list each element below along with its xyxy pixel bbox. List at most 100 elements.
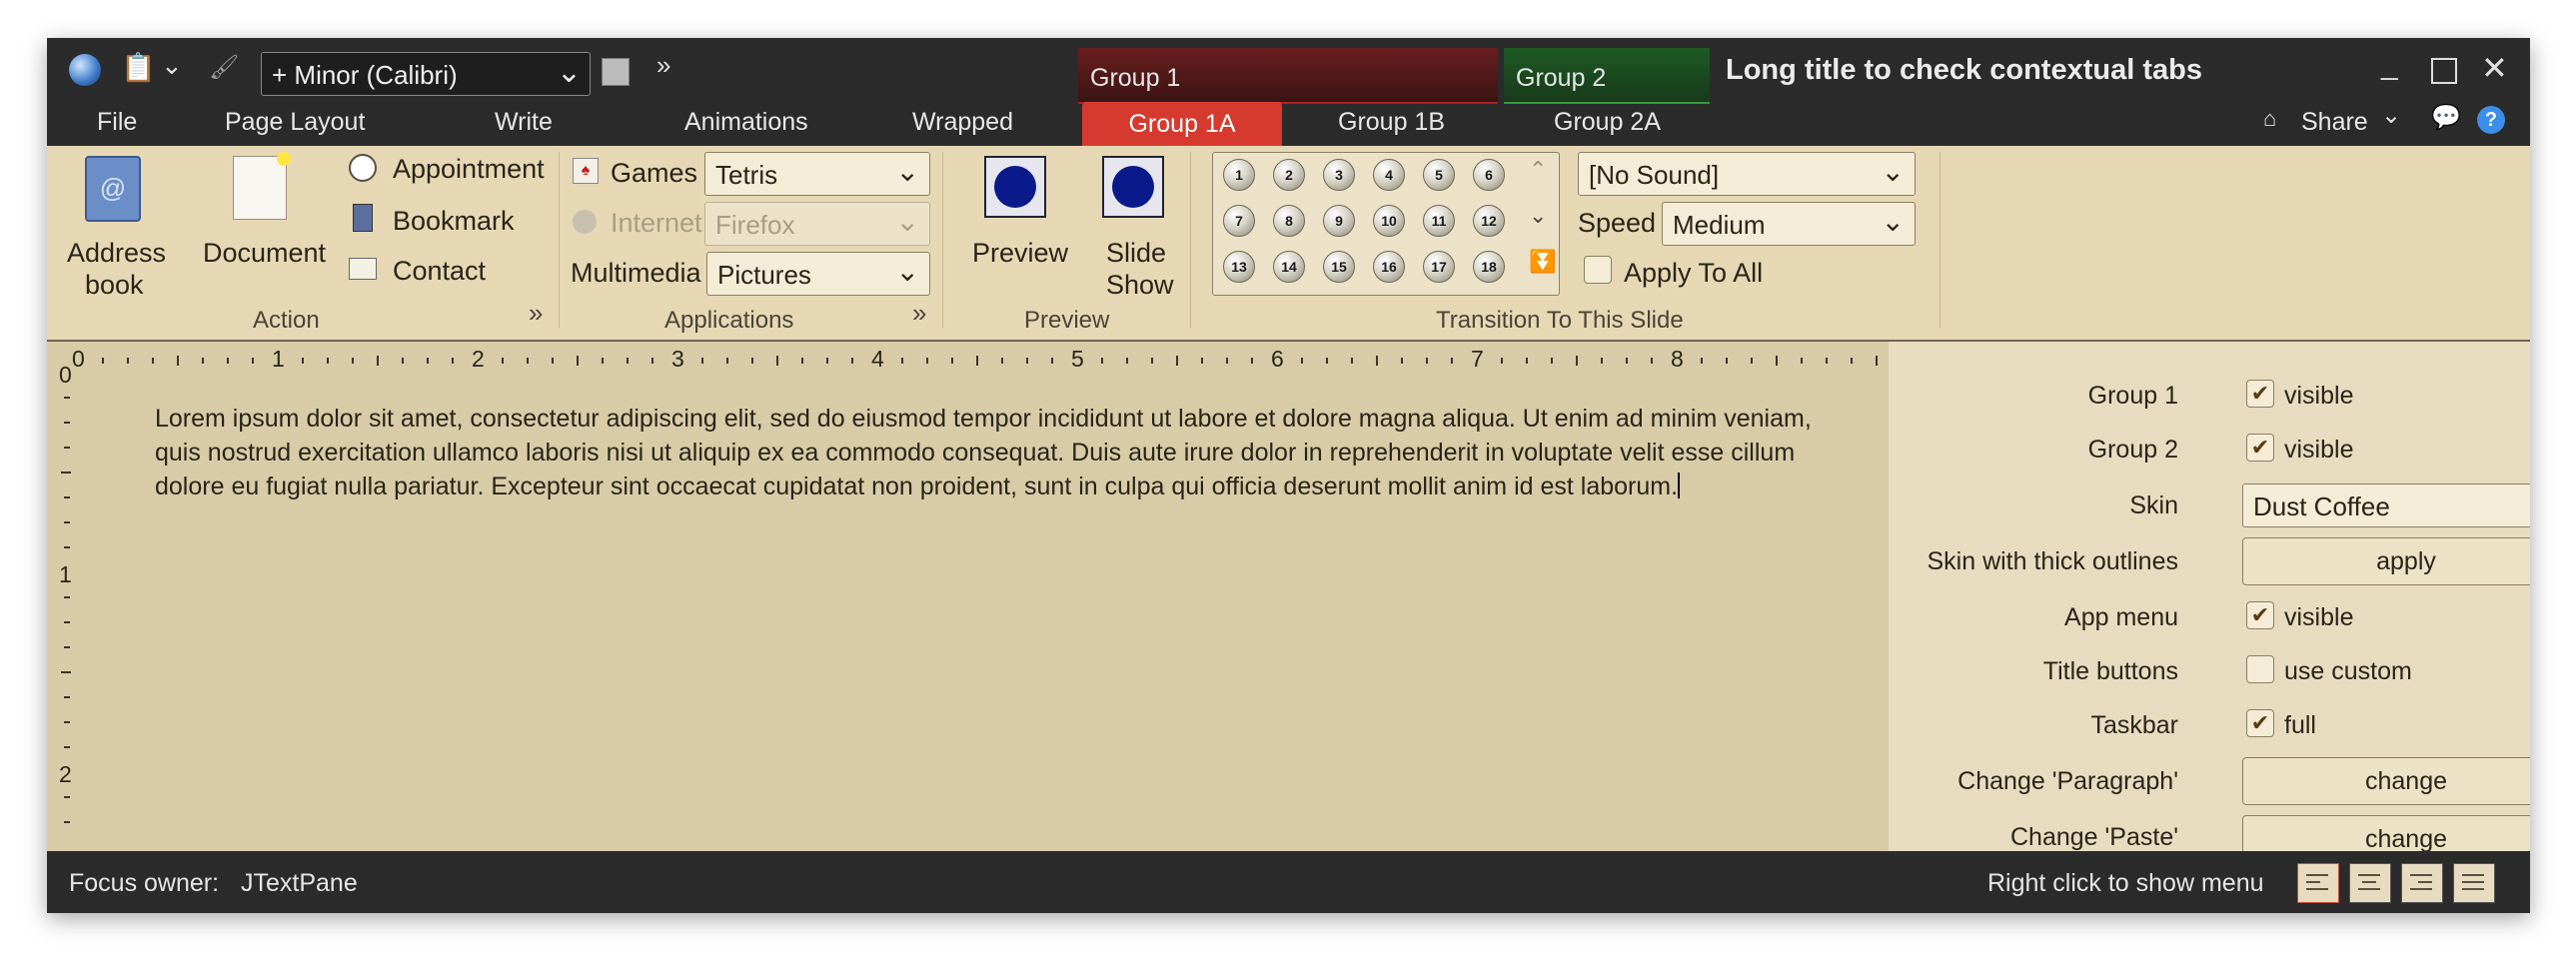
games-label: Games (611, 158, 698, 188)
align-left-button[interactable] (2297, 863, 2339, 903)
internet-combo[interactable]: Firefox ⌄ (704, 202, 930, 246)
address-book-button[interactable]: @ Address book (55, 152, 166, 302)
tab-page-layout[interactable]: Page Layout (225, 108, 365, 137)
preview-button[interactable]: Preview (958, 152, 1068, 302)
ruler-tick (427, 358, 429, 364)
tab-file[interactable]: File (97, 108, 137, 137)
ruler-number: 3 (671, 346, 684, 373)
ruler-tick (976, 356, 978, 366)
search-icon[interactable] (602, 58, 630, 86)
action-expand-icon[interactable]: » (529, 298, 543, 329)
font-combo[interactable]: + Minor (Calibri) ⌄ (261, 52, 591, 96)
apply-to-all-checkbox[interactable] (1584, 256, 1612, 284)
ruler-tick (826, 358, 828, 364)
transition-option-2[interactable]: 2 (1273, 159, 1305, 191)
taskbar-checkbox[interactable]: ✔ (2246, 709, 2274, 737)
minimize-icon[interactable]: _ (2381, 50, 2398, 80)
transition-option-16[interactable]: 16 (1373, 251, 1405, 283)
transition-option-12[interactable]: 12 (1473, 205, 1505, 237)
text-caret (1678, 473, 1681, 498)
sound-combo[interactable]: [No Sound] ⌄ (1578, 152, 1916, 196)
games-combo[interactable]: Tetris ⌄ (704, 152, 930, 196)
group1-checkbox[interactable]: ✔ (2246, 380, 2274, 408)
multimedia-label: Multimedia (571, 258, 701, 288)
transition-option-5[interactable]: 5 (1423, 159, 1455, 191)
tab-group-2a[interactable]: Group 2A (1554, 108, 1661, 137)
tab-group-1b[interactable]: Group 1B (1338, 108, 1445, 137)
transition-option-13[interactable]: 13 (1223, 251, 1255, 283)
band-separator (1190, 152, 1191, 328)
ruler-tick (1301, 358, 1303, 364)
title-buttons-label: Title buttons (2042, 657, 2178, 685)
document-editor[interactable]: 0 1 2 3 4 5 6 7 8 0 1 2 Lorem ipsum dolor sit amet… (47, 342, 1889, 851)
focus-owner-label: Focus owner: (69, 869, 220, 897)
ruler-tick (1876, 356, 1878, 366)
ruler-tick (1751, 358, 1753, 364)
close-icon[interactable]: ✕ (2481, 52, 2508, 84)
chevron-down-icon[interactable]: ⌄ (161, 52, 183, 78)
document-button[interactable]: Document (197, 152, 327, 302)
ruler-tick (1051, 358, 1053, 364)
share-label: Share (2301, 108, 2368, 136)
transition-option-7[interactable]: 7 (1223, 205, 1255, 237)
tab-group-1a[interactable]: Group 1A (1082, 102, 1282, 146)
ruler-tick (1326, 358, 1328, 364)
app-menu-checkbox[interactable]: ✔ (2246, 601, 2274, 629)
transition-option-1[interactable]: 1 (1223, 159, 1255, 191)
transition-option-15[interactable]: 15 (1323, 251, 1355, 283)
transition-option-14[interactable]: 14 (1273, 251, 1305, 283)
transition-option-11[interactable]: 11 (1423, 205, 1455, 237)
transition-option-8[interactable]: 8 (1273, 205, 1305, 237)
align-center-button[interactable] (2349, 863, 2391, 903)
ruler-tick (1151, 358, 1153, 364)
group2-checkbox[interactable]: ✔ (2246, 434, 2274, 462)
ruler-tick (64, 496, 70, 498)
transition-option-17[interactable]: 17 (1423, 251, 1455, 283)
title-buttons-checkbox[interactable] (2246, 655, 2274, 683)
ruler-tick (1626, 358, 1628, 364)
applications-expand-icon[interactable]: » (912, 298, 926, 329)
chevron-down-icon: ⌄ (2381, 102, 2402, 129)
maximize-icon[interactable] (2431, 58, 2457, 84)
apply-button[interactable]: apply (2242, 537, 2530, 585)
transition-option-4[interactable]: 4 (1373, 159, 1405, 191)
tab-animations[interactable]: Animations (684, 108, 808, 137)
transition-option-6[interactable]: 6 (1473, 159, 1505, 191)
app-menu-globe-icon[interactable] (69, 54, 101, 86)
change-paragraph-button[interactable]: change (2242, 757, 2530, 805)
multimedia-combo[interactable]: Pictures ⌄ (706, 252, 930, 296)
ruler-tick (1576, 356, 1578, 366)
format-painter-icon[interactable]: 🖌 (209, 56, 239, 80)
app-menu-value: visible (2284, 603, 2354, 631)
ruler-tick (1801, 358, 1803, 364)
speed-label: Speed (1578, 208, 1657, 238)
speed-combo[interactable]: Medium ⌄ (1662, 202, 1916, 246)
ruler-number: 8 (1671, 346, 1684, 373)
gallery-expand-icon[interactable]: ⏬ (1529, 249, 1556, 275)
tab-write[interactable]: Write (495, 108, 553, 137)
ruler-tick (61, 472, 71, 474)
ruler-tick (1351, 358, 1353, 364)
editor-text-area[interactable]: Lorem ipsum dolor sit amet, consectetur … (155, 402, 1834, 503)
ruler-tick (801, 358, 803, 364)
internet-icon (573, 210, 597, 234)
slide-show-button[interactable]: Slide Show (1086, 152, 1186, 302)
help-icon[interactable]: ? (2477, 106, 2505, 134)
align-justify-button[interactable] (2453, 863, 2495, 903)
transition-option-3[interactable]: 3 (1323, 159, 1355, 191)
comments-icon[interactable]: 💬 (2431, 106, 2461, 130)
ruler-tick (1026, 358, 1028, 364)
tab-wrapped[interactable]: Wrapped (912, 108, 1013, 137)
address-book-label-2: book (85, 270, 144, 300)
gallery-scroll-up-icon[interactable]: ⌃ (1529, 157, 1547, 183)
align-right-button[interactable] (2401, 863, 2443, 903)
gallery-scroll-down-icon[interactable]: ⌄ (1529, 203, 1547, 229)
transition-gallery[interactable]: 1 2 3 4 5 6 7 8 9 10 11 12 13 14 15 16 17 18 ⌃ ⌄ ⏬ (1212, 152, 1560, 296)
overflow-chevron-icon[interactable]: » (656, 52, 670, 78)
transition-option-18[interactable]: 18 (1473, 251, 1505, 283)
sparkle-icon (277, 152, 291, 166)
paste-icon[interactable]: 📋 (121, 54, 156, 82)
transition-option-10[interactable]: 10 (1373, 205, 1405, 237)
skin-combo[interactable]: Dust Coffee ⌄ (2242, 484, 2530, 527)
transition-option-9[interactable]: 9 (1323, 205, 1355, 237)
